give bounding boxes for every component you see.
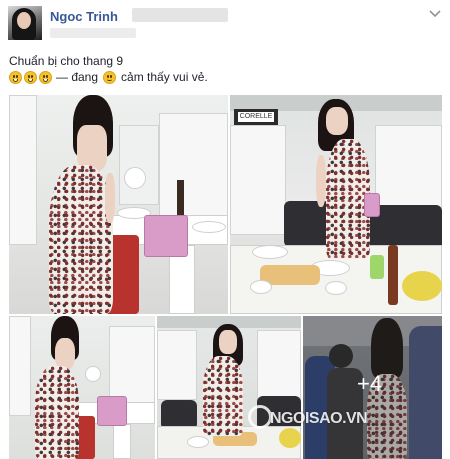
caption-line-1: Chuẩn bị cho thang 9 — [9, 54, 124, 68]
post-photo-4[interactable] — [157, 316, 301, 459]
feeling-prefix: — đang — [56, 70, 99, 84]
post-photo-5[interactable]: +4 — [303, 316, 442, 459]
blurred-timestamp — [50, 28, 136, 38]
more-photos-count[interactable]: +4 — [357, 371, 382, 397]
blurred-header-text — [132, 8, 228, 22]
post-photo-2[interactable]: CORELLE — [230, 95, 442, 314]
caption-line-2: — đang cảm thấy vui vẻ. — [9, 70, 208, 84]
emoji-icon — [24, 70, 37, 84]
chevron-down-icon[interactable] — [429, 10, 441, 18]
feeling-text[interactable]: cảm thấy vui vẻ. — [121, 70, 208, 84]
facebook-post: Ngoc Trinh Chuẩn bị cho thang 9 — đang c… — [0, 0, 450, 459]
emoji-icon — [9, 70, 22, 84]
post-photo-3[interactable] — [9, 316, 155, 459]
watermark-text: NGOISAO.VN — [270, 410, 368, 427]
watermark-logo-icon — [248, 405, 272, 429]
emoji-icon — [103, 70, 117, 84]
post-photo-1[interactable] — [9, 95, 228, 314]
avatar[interactable] — [8, 6, 42, 40]
emoji-icon — [39, 70, 52, 84]
author-name[interactable]: Ngoc Trinh — [50, 9, 118, 24]
